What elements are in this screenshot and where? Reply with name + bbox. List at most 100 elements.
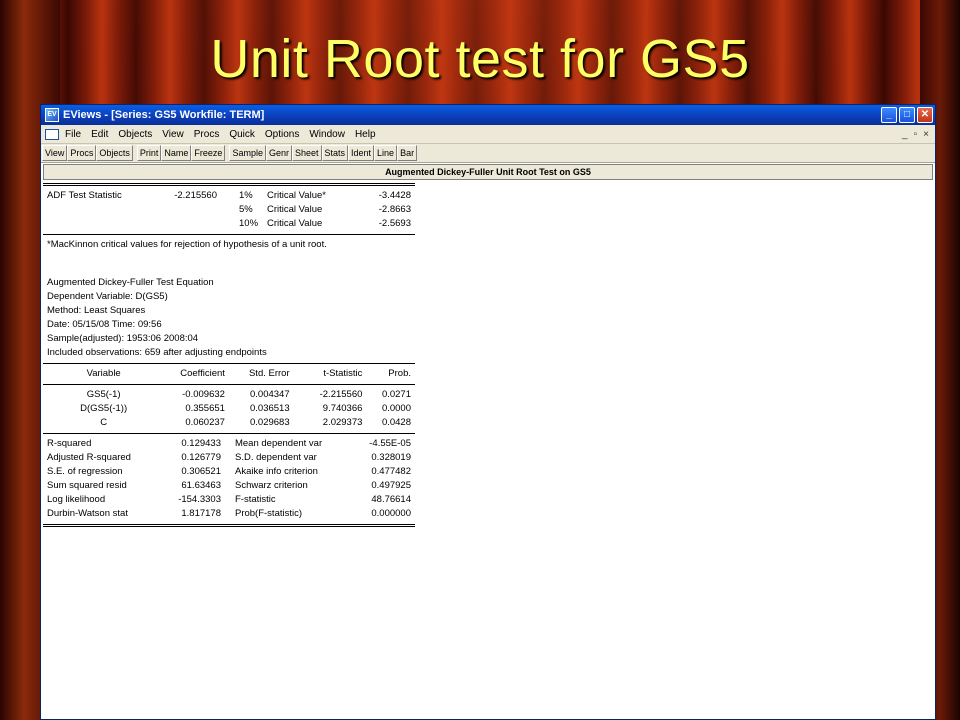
stat-value: -4.55E-05 <box>369 438 411 449</box>
menu-file[interactable]: File <box>65 129 81 140</box>
eviews-window: EV EViews - [Series: GS5 Workfile: TERM]… <box>40 104 936 720</box>
table-header-row: Variable Coefficient Std. Error t-Statis… <box>43 367 415 381</box>
stat-value: 48.76614 <box>371 494 411 505</box>
menu-options[interactable]: Options <box>265 129 299 140</box>
t-stat-cell: 9.740366 <box>322 403 363 414</box>
equation-line: Dependent Variable: D(GS5) <box>47 291 168 302</box>
objects-button[interactable]: Objects <box>96 145 133 161</box>
genr-button[interactable]: Genr <box>265 145 292 161</box>
stat-label: Mean dependent var <box>234 438 323 449</box>
eviews-app-icon[interactable]: EV <box>45 108 59 122</box>
stat-label: Schwarz criterion <box>234 480 308 491</box>
critical-value: -3.4428 <box>378 190 411 201</box>
column-header: Prob. <box>388 368 411 379</box>
stat-value: 61.63463 <box>181 480 221 491</box>
print-button[interactable]: Print <box>136 145 162 161</box>
ident-button[interactable]: Ident <box>348 145 375 161</box>
column-header: Std. Error <box>248 368 290 379</box>
critical-label: Critical Value <box>267 204 323 215</box>
adf-table: ADF Test Statistic -2.215560 1% Critical… <box>47 189 411 231</box>
close-button[interactable]: ✕ <box>917 107 933 123</box>
equation-info: Augmented Dickey-Fuller Test Equation De… <box>43 276 415 360</box>
table-row: 10% Critical Value -2.5693 <box>47 217 411 231</box>
table-row: Sum squared resid 61.63463 Schwarz crite… <box>43 479 415 493</box>
menu-procs[interactable]: Procs <box>194 129 220 140</box>
table-row: ADF Test Statistic -2.215560 1% Critical… <box>47 189 411 203</box>
stat-value: 0.477482 <box>371 466 411 477</box>
std-error-cell: 0.036513 <box>250 403 290 414</box>
column-header: Variable <box>86 368 121 379</box>
table-row: C 0.060237 0.029683 2.029373 0.0428 <box>43 416 415 430</box>
adf-label: ADF Test Statistic <box>47 190 122 201</box>
stat-value: 0.306521 <box>181 466 221 477</box>
stat-label: S.D. dependent var <box>234 452 317 463</box>
table-row: 5% Critical Value -2.8663 <box>47 203 411 217</box>
series-toolbar: View Procs Objects Print Name Freeze Sam… <box>41 144 935 163</box>
divider <box>43 384 415 385</box>
stat-value: 0.497925 <box>371 480 411 491</box>
critical-level: 5% <box>239 204 253 215</box>
divider <box>43 524 415 527</box>
stat-label: Adjusted R-squared <box>47 452 131 463</box>
prob-cell: 0.0271 <box>381 389 411 400</box>
procs-button[interactable]: Procs <box>67 145 97 161</box>
statistics-table: R-squared 0.129433 Mean dependent var -4… <box>43 437 415 521</box>
stat-label: Durbin-Watson stat <box>47 508 128 519</box>
menu-quick[interactable]: Quick <box>229 129 255 140</box>
child-close-icon[interactable]: × <box>923 129 929 140</box>
title-bar[interactable]: EV EViews - [Series: GS5 Workfile: TERM]… <box>41 105 935 125</box>
window-title: EViews - [Series: GS5 Workfile: TERM] <box>63 109 265 121</box>
sheet-button[interactable]: Sheet <box>291 145 322 161</box>
equation-line: Included observations: 659 after adjusti… <box>47 347 267 358</box>
variable-cell: D(GS5(-1)) <box>80 403 128 414</box>
stat-label: Akaike info criterion <box>234 466 318 477</box>
divider <box>43 234 415 235</box>
stat-value: 0.129433 <box>181 438 221 449</box>
menu-bar: File Edit Objects View Procs Quick Optio… <box>41 125 935 144</box>
column-header: t-Statistic <box>323 368 363 379</box>
prob-cell: 0.0000 <box>381 403 411 414</box>
stat-label: R-squared <box>47 438 92 449</box>
stat-label: Prob(F-statistic) <box>234 508 303 519</box>
menu-objects[interactable]: Objects <box>118 129 152 140</box>
divider <box>43 183 415 186</box>
freeze-button[interactable]: Freeze <box>191 145 226 161</box>
coefficient-rows: GS5(-1) -0.009632 0.004347 -2.215560 0.0… <box>43 388 415 430</box>
table-row: Log likelihood -154.3303 F-statistic 48.… <box>43 493 415 507</box>
table-row: GS5(-1) -0.009632 0.004347 -2.215560 0.0… <box>43 388 415 402</box>
view-button[interactable]: View <box>42 145 68 161</box>
document-icon[interactable] <box>45 128 59 140</box>
menu-help[interactable]: Help <box>355 129 376 140</box>
divider <box>43 363 415 364</box>
critical-level: 1% <box>239 190 253 201</box>
name-button[interactable]: Name <box>161 145 192 161</box>
maximize-button[interactable]: □ <box>899 107 915 123</box>
sample-button[interactable]: Sample <box>229 145 266 161</box>
menu-window[interactable]: Window <box>309 129 345 140</box>
stat-label: F-statistic <box>234 494 276 505</box>
line-button[interactable]: Line <box>374 145 398 161</box>
equation-line: Augmented Dickey-Fuller Test Equation <box>47 277 214 288</box>
stat-value: 0.000000 <box>371 508 411 519</box>
child-minimize-icon[interactable]: _ <box>902 129 908 140</box>
minimize-button[interactable]: _ <box>881 107 897 123</box>
t-stat-cell: 2.029373 <box>322 417 363 428</box>
child-restore-icon[interactable]: ▫ <box>914 129 918 140</box>
coefficient-table: Variable Coefficient Std. Error t-Statis… <box>43 367 415 381</box>
table-row: S.E. of regression 0.306521 Akaike info … <box>43 465 415 479</box>
stats-button[interactable]: Stats <box>321 145 349 161</box>
stat-value: -154.3303 <box>178 494 221 505</box>
table-row: D(GS5(-1)) 0.355651 0.036513 9.740366 0.… <box>43 402 415 416</box>
equation-line: Date: 05/15/08 Time: 09:56 <box>47 319 162 330</box>
bar-button[interactable]: Bar <box>397 145 418 161</box>
coefficient-cell: 0.355651 <box>185 403 225 414</box>
menu-view[interactable]: View <box>162 129 184 140</box>
menu-edit[interactable]: Edit <box>91 129 108 140</box>
prob-cell: 0.0428 <box>381 417 411 428</box>
std-error-cell: 0.029683 <box>250 417 290 428</box>
variable-cell: C <box>100 417 108 428</box>
coefficient-cell: 0.060237 <box>185 417 225 428</box>
stat-value: 0.126779 <box>181 452 221 463</box>
divider <box>43 433 415 434</box>
test-output: ADF Test Statistic -2.215560 1% Critical… <box>43 180 415 530</box>
